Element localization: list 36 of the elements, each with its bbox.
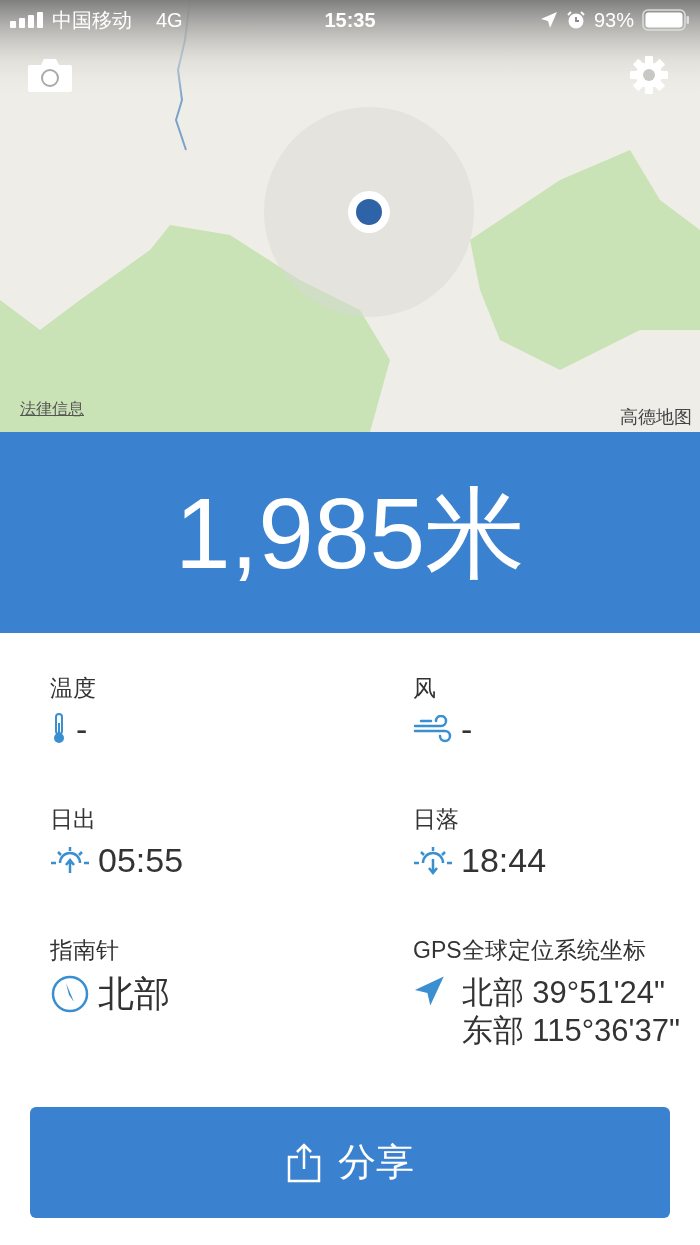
status-time: 15:35	[324, 8, 376, 33]
camera-icon	[27, 57, 73, 93]
sunset-icon	[413, 845, 453, 875]
location-dot-icon	[347, 190, 391, 234]
alarm-clock-icon	[565, 10, 586, 30]
wind-icon	[413, 715, 453, 743]
stat-value: 18:44	[461, 843, 547, 877]
location-arrow-icon	[539, 11, 558, 29]
sunrise-icon	[50, 845, 90, 875]
compass-icon	[50, 974, 90, 1014]
signal-icon	[10, 12, 44, 28]
carrier-name: 中国移动	[52, 8, 132, 33]
stat-label: 日落	[413, 808, 460, 831]
stat-label: 风	[413, 677, 437, 700]
settings-button[interactable]	[628, 54, 670, 96]
stat-label: 指南针	[50, 939, 120, 962]
stat-label: 日出	[50, 808, 97, 831]
coordinate-text: 东部 115°36'37"	[461, 1012, 680, 1050]
network-type: 4G	[156, 8, 183, 33]
stat-label: 温度	[50, 677, 97, 700]
stat-value: 北部	[98, 976, 170, 1012]
stat-value: -	[461, 712, 473, 746]
coordinate-text: 北部 39°51'24"	[461, 974, 667, 1012]
legal-info-link[interactable]: 法律信息	[20, 397, 84, 421]
stat-value: 05:55	[98, 843, 184, 877]
location-arrow-icon	[413, 974, 446, 1008]
stat-value: -	[76, 712, 88, 746]
map-attribution: 高德地图	[620, 406, 692, 429]
camera-button[interactable]	[27, 56, 73, 94]
battery-icon	[642, 9, 690, 31]
stat-label: GPS全球定位系统坐标	[413, 939, 647, 962]
settings-icon	[629, 55, 669, 95]
share-icon	[286, 1142, 322, 1183]
share-button[interactable]: 分享	[30, 1107, 670, 1218]
altitude-banner: 1,985米	[0, 432, 700, 633]
battery-percent: 93%	[593, 8, 634, 33]
